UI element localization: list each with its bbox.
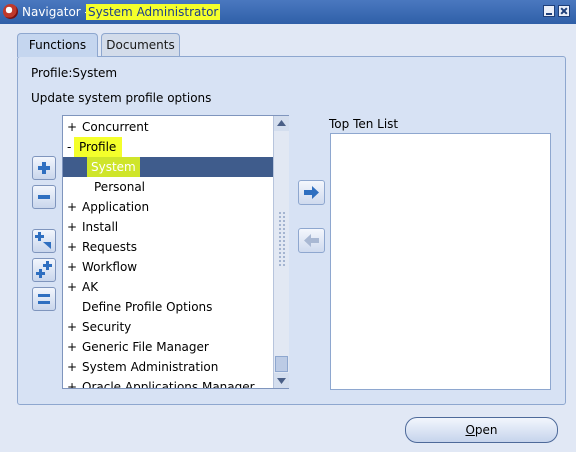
expand-toggle[interactable]: + [67,237,77,257]
triangle-up-icon [277,120,286,126]
expand-all-icon [36,261,52,278]
top-ten-list[interactable] [330,133,551,390]
tree-item-requests[interactable]: + Requests [63,237,274,257]
tree-item-ak[interactable]: + AK [63,277,274,297]
title-bar[interactable]: Navigator - System Administrator [0,0,576,24]
tree-item-install[interactable]: + Install [63,217,274,237]
tree-item-label: Profile [74,137,123,157]
selected-function-label: Profile:System [31,66,118,80]
tree-item-label: Concurrent [82,120,149,134]
tree-item-profile[interactable]: - Profile [63,137,274,157]
collapse-all-button[interactable] [32,287,56,311]
tree-item-security[interactable]: + Security [63,317,274,337]
scroll-down-button[interactable] [274,373,289,388]
expand-toggle[interactable]: + [67,357,77,377]
tree-item-label: Oracle Applications Manager [82,380,255,389]
minus-icon [38,195,50,199]
tree-item-label: System Administration [82,360,219,374]
tree-item-label: Install [82,220,119,234]
navigator-window: Navigator - System Administrator Functio… [0,0,576,452]
tree-item-application[interactable]: + Application [63,197,274,217]
triangle-down-icon [277,378,286,384]
expand-toggle[interactable]: + [67,217,77,237]
tree-item-label: Generic File Manager [82,340,209,354]
open-button[interactable]: Open [405,417,558,443]
expand-toggle[interactable]: + [67,197,77,217]
responsibility-name: System Administrator [86,4,221,20]
arrow-right-icon [304,186,319,199]
minimize-icon[interactable] [543,5,555,17]
tree-item-system[interactable]: System [63,157,274,177]
top-ten-label: Top Ten List [329,117,399,131]
tree-item-oracle-applications-manager[interactable]: + Oracle Applications Manager [63,377,274,389]
function-description: Update system profile options [31,91,212,105]
tree-item-label: Requests [82,240,137,254]
remove-from-top-ten-button[interactable] [298,228,325,253]
function-tree[interactable]: + Concurrent - Profile System Personal +… [62,115,289,389]
expand-toggle[interactable]: + [67,257,77,277]
open-button-mnemonic: O [465,423,475,437]
scroll-up-button[interactable] [274,116,289,131]
window-title: Navigator - [22,5,89,19]
expand-toggle[interactable]: + [67,337,77,357]
collapse-all-icon [38,294,50,304]
tree-item-define-profile-options[interactable]: Define Profile Options [63,297,274,317]
tree-item-label: Personal [94,180,146,194]
tree-item-label: System [87,157,140,177]
resize-grip[interactable] [278,211,285,266]
tree-item-label: AK [82,280,99,294]
expand-toggle[interactable]: + [67,377,77,388]
tab-functions[interactable]: Functions [17,33,98,57]
tree-item-system-administration[interactable]: + System Administration [63,357,274,377]
expand-toggle[interactable]: + [67,317,77,337]
tree-item-label: Workflow [82,260,138,274]
expand-branch-button[interactable] [32,229,56,253]
expand-toggle[interactable]: + [67,117,77,137]
tree-scrollbar[interactable] [273,116,289,388]
tree-item-personal[interactable]: Personal [63,177,274,197]
tree-item-workflow[interactable]: + Workflow [63,257,274,277]
add-to-top-ten-button[interactable] [298,180,325,205]
tree-item-label: Security [82,320,132,334]
tab-documents[interactable]: Documents [101,33,180,57]
open-button-label: pen [474,423,498,437]
tree-item-concurrent[interactable]: + Concurrent [63,117,274,137]
collapse-button[interactable] [32,185,56,209]
expand-all-button[interactable] [32,258,56,282]
scroll-thumb[interactable] [275,356,288,372]
tree-item-label: Define Profile Options [82,300,213,314]
tree-item-label: Application [82,200,150,214]
tree-item-generic-file-manager[interactable]: + Generic File Manager [63,337,274,357]
plus-icon [38,162,50,174]
expand-branch-icon [35,232,51,249]
expand-toggle[interactable]: + [67,277,77,297]
oracle-app-icon [3,4,18,19]
expand-button[interactable] [32,156,56,180]
close-icon[interactable] [558,5,570,17]
arrow-left-icon [304,234,319,247]
